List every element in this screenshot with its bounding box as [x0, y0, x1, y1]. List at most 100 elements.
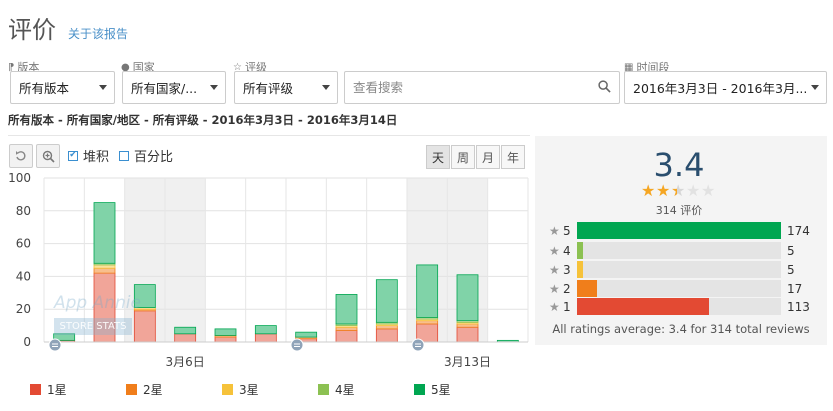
zoom-button[interactable] [36, 144, 60, 168]
checkbox-empty-icon [119, 150, 129, 161]
ratings-bar-chart: 0 20 40 60 80 100 3月6日 3月13日 [8, 171, 529, 369]
review-count: 314 评价 [655, 204, 703, 217]
y-tick-label: 60 [16, 237, 31, 251]
bar-segment [335, 294, 358, 325]
period-month-button[interactable]: 月 [476, 145, 500, 169]
rating-select-value: 所有评级 [243, 81, 294, 96]
legend-item-4-star[interactable]: 4星 [318, 381, 355, 398]
rating-row-5[interactable]: ★ 5 [549, 222, 577, 239]
rating-count-value: 17 [787, 282, 803, 296]
star-icon: ★ [549, 223, 560, 238]
legend-label: 2星 [143, 383, 163, 397]
bar-segment [416, 320, 439, 325]
star-icon: ★ [549, 243, 560, 258]
period-day-button[interactable]: 天 [426, 145, 450, 169]
rating-bar-fill [577, 298, 709, 315]
bar-segment [93, 267, 116, 274]
bar-segment [174, 326, 197, 335]
rating-select[interactable]: 所有评级 [234, 71, 338, 104]
watermark-badge: STORE STATS [54, 318, 132, 335]
rating-row-1[interactable]: ★ 1 [549, 298, 577, 315]
watermark-logo-text: App Annie [54, 293, 141, 313]
percent-label: 百分比 [134, 150, 174, 165]
y-tick-label: 80 [16, 204, 31, 218]
bar-segment [214, 336, 237, 343]
ratings-footer: All ratings average: 3.4 for 314 total r… [552, 322, 810, 336]
rating-bar-track [577, 261, 781, 278]
zoom-in-icon [42, 150, 55, 163]
legend-item-2-star[interactable]: 2星 [126, 381, 163, 398]
rating-bar-fill [577, 280, 597, 297]
undo-icon [16, 151, 26, 161]
annotation-marker-icon [411, 338, 425, 352]
legend-swatch [30, 384, 41, 395]
bar-segment [375, 325, 398, 330]
y-tick-label: 20 [16, 302, 31, 316]
x-tick-label: 3月6日 [166, 355, 205, 369]
rating-bar-track [577, 280, 781, 297]
period-select-value: 2016年3月3日 - 2016年3月... [633, 81, 808, 96]
legend-item-1-star[interactable]: 1星 [30, 381, 67, 398]
bar-segment [174, 333, 197, 343]
legend-label: 4星 [335, 383, 355, 397]
bar-segment [295, 331, 318, 338]
filter-summary: 所有版本 - 所有国家/地区 - 所有评级 - 2016年3月3日 - 2016… [8, 113, 398, 127]
chevron-down-icon [811, 85, 819, 90]
annotation-marker-icon [290, 338, 304, 352]
page-title: 评价 [8, 16, 56, 44]
x-tick-label: 3月13日 [444, 355, 491, 369]
annotation-marker-icon [48, 338, 62, 352]
bar-segment [375, 279, 398, 323]
rating-row-star: 1 [563, 299, 571, 314]
about-report-link[interactable]: 关于该报告 [68, 25, 128, 42]
period-year-button[interactable]: 年 [501, 145, 525, 169]
rating-bar-fill [577, 261, 583, 278]
rating-bar-fill [577, 242, 583, 259]
version-select-value: 所有版本 [19, 81, 70, 96]
percent-checkbox[interactable]: 百分比 [119, 146, 173, 165]
ratings-summary-panel: 3.4 ★ ★ ★ ★ ★ 314 评价 ★ 5 ★ 4 ★ 3 ★ 2 ★ 1 174 … [535, 136, 827, 345]
search-icon[interactable] [598, 80, 611, 93]
stacked-checkbox[interactable]: ✔ 堆积 [68, 146, 109, 165]
legend-swatch [222, 384, 233, 395]
chevron-down-icon [99, 85, 107, 90]
rating-bar-track [577, 242, 781, 259]
bar-segment [133, 310, 156, 343]
period-week-button[interactable]: 周 [451, 145, 475, 169]
bar-segment [93, 202, 116, 264]
reset-zoom-button[interactable] [9, 144, 33, 168]
chevron-down-icon [210, 85, 218, 90]
rating-row-3[interactable]: ★ 3 [549, 261, 577, 278]
bar-segment [214, 328, 237, 336]
legend-item-3-star[interactable]: 3星 [222, 381, 259, 398]
rating-bar-fill [577, 222, 781, 239]
star-full-icon: ★ [656, 181, 671, 200]
star-empty-icon: ★ [701, 181, 716, 200]
period-select[interactable]: 2016年3月3日 - 2016年3月... [624, 71, 827, 104]
bar-segment [254, 325, 277, 335]
star-partial-icon: ★ [671, 181, 686, 200]
star-icon: ★ [549, 281, 560, 296]
legend-swatch [414, 384, 425, 395]
y-tick-label: 100 [8, 171, 31, 185]
chevron-down-icon [322, 85, 330, 90]
rating-row-2[interactable]: ★ 2 [549, 280, 577, 297]
star-full-icon: ★ [641, 181, 656, 200]
version-select[interactable]: 所有版本 [10, 71, 115, 104]
bar-segment [456, 323, 479, 328]
country-select[interactable]: 所有国家/... [122, 71, 226, 104]
legend-label: 5星 [431, 383, 451, 397]
legend-swatch [318, 384, 329, 395]
bar-segment [456, 274, 479, 322]
country-select-value: 所有国家/... [131, 81, 198, 96]
bar-segment [335, 330, 358, 343]
search-input[interactable] [345, 72, 585, 103]
bar-segment [93, 264, 116, 269]
legend-item-5-star[interactable]: 5星 [414, 381, 451, 398]
rating-row-star: 2 [563, 281, 571, 296]
rating-count-value: 174 [787, 224, 810, 238]
y-tick-label: 40 [16, 269, 31, 283]
rating-row-star: 4 [563, 243, 571, 258]
rating-bar-track [577, 222, 781, 239]
rating-row-4[interactable]: ★ 4 [549, 242, 577, 259]
